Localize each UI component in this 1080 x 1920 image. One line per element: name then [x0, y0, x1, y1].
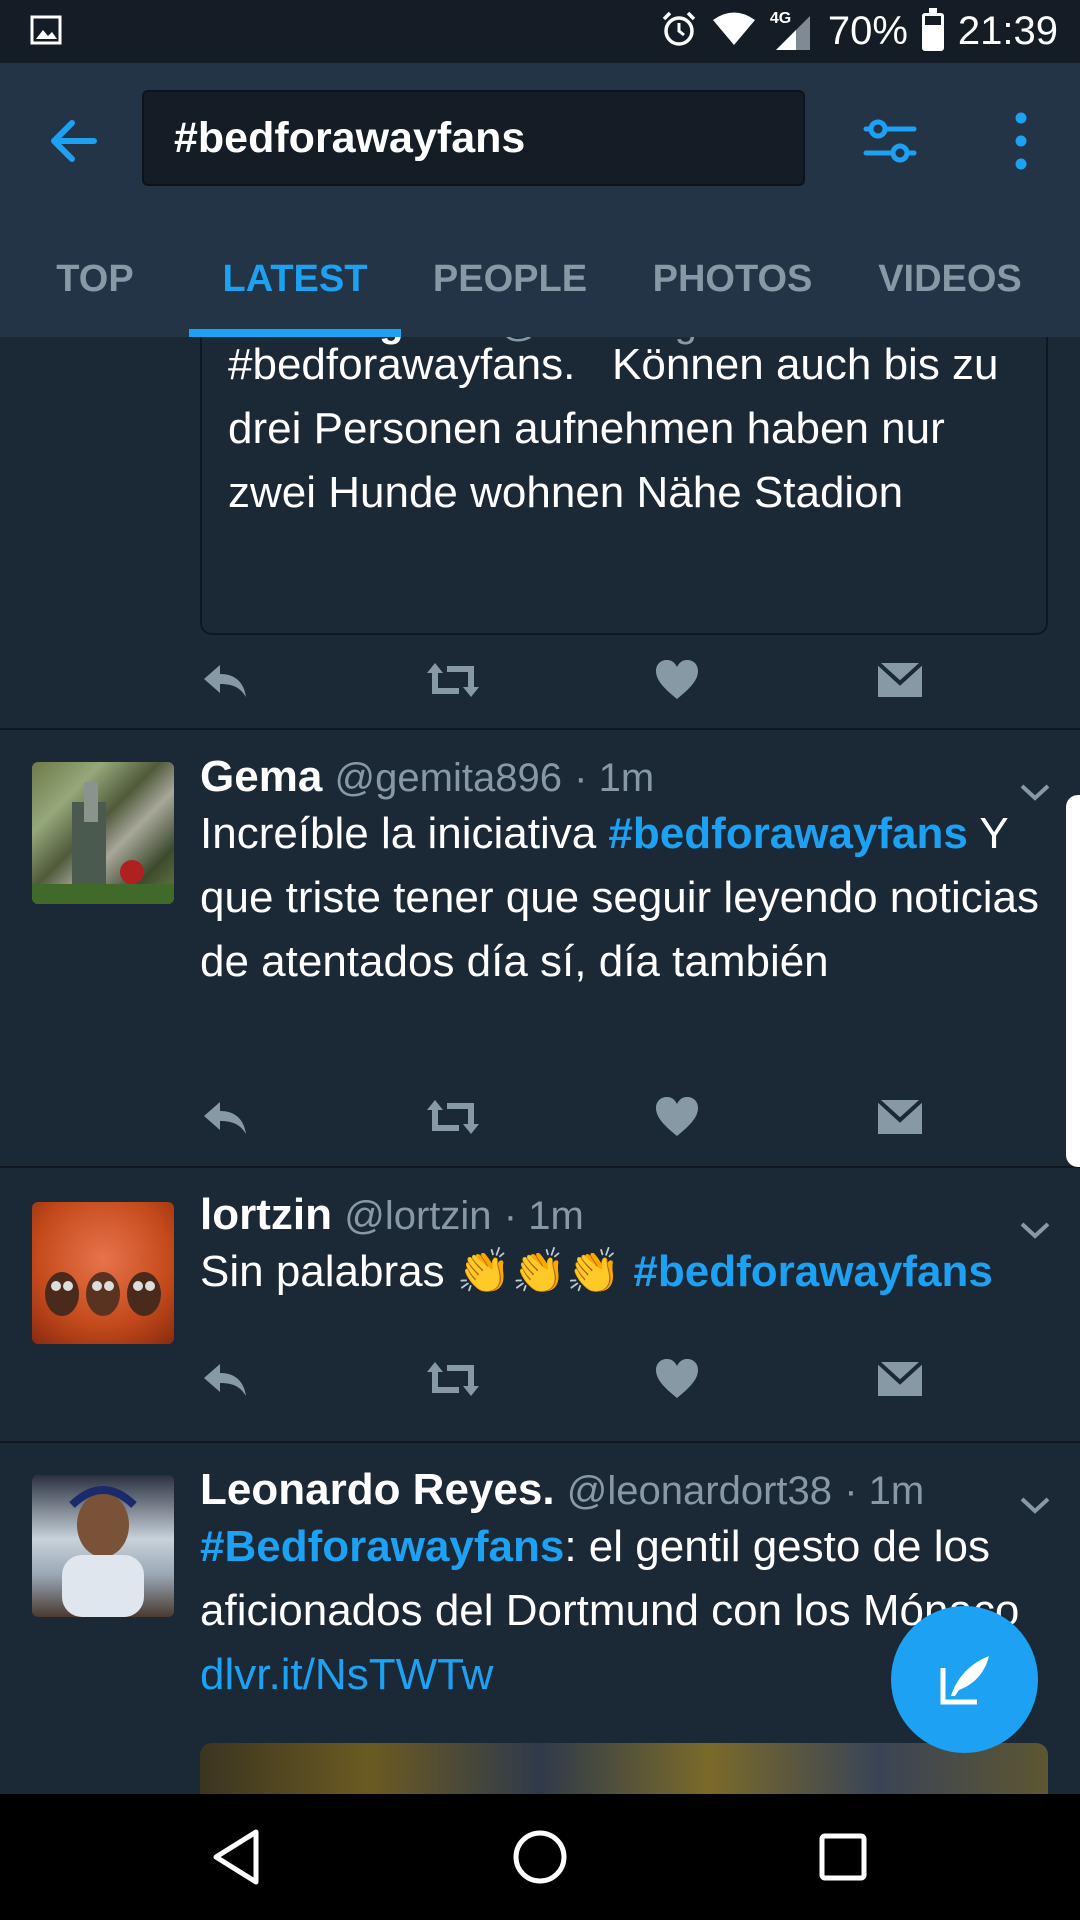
- tweet-header: Leonardo Reyes. @leonardort38 · 1m: [200, 1465, 924, 1515]
- fast-scroll-handle[interactable]: [1066, 795, 1080, 1167]
- chevron-down-icon[interactable]: [1018, 1218, 1052, 1242]
- back-arrow-icon[interactable]: [44, 111, 104, 171]
- tweet-item[interactable]: lortzin @lortzin · 1m Sin palabras 👏👏👏 #…: [0, 1168, 1080, 1440]
- quoted-tweet-card[interactable]: Tine Wagener @TineWagener #bedforawayfan…: [200, 337, 1048, 635]
- hashtag-link[interactable]: #Bedforawayfans: [200, 1522, 564, 1571]
- tab-latest[interactable]: LATEST: [189, 248, 401, 337]
- like-icon[interactable]: [652, 1354, 702, 1404]
- compose-tweet-button[interactable]: [891, 1606, 1038, 1753]
- search-header: #bedforawayfans TOP LATEST PEOPLE PHOTOS…: [0, 63, 1080, 337]
- tweet-text: Sin palabras 👏👏👏 #bedforawayfans: [200, 1240, 1050, 1304]
- system-navigation-bar: [0, 1794, 1080, 1920]
- tweet-actions: [200, 1354, 924, 1404]
- direct-message-icon[interactable]: [875, 655, 925, 705]
- clock: 21:39: [957, 9, 1058, 53]
- search-tabs: TOP LATEST PEOPLE PHOTOS VIDEOS: [0, 248, 1080, 337]
- tweet-item[interactable]: Leonardo Reyes. @leonardort38 · 1m #Bedf…: [0, 1443, 1080, 1794]
- author-handle[interactable]: @leonardort38: [567, 1469, 832, 1513]
- tab-videos[interactable]: VIDEOS: [870, 248, 1030, 337]
- retweet-icon[interactable]: [425, 1092, 481, 1142]
- chevron-down-icon[interactable]: [1018, 1493, 1052, 1517]
- avatar[interactable]: [32, 1202, 174, 1344]
- avatar[interactable]: [32, 1475, 174, 1617]
- cell-signal-icon: 4G: [769, 9, 814, 52]
- tweet-text: Increíble la iniciativa #bedforawayfans …: [200, 802, 1050, 994]
- author-name[interactable]: lortzin: [200, 1190, 332, 1239]
- tweet-time: · 1m: [503, 1194, 584, 1238]
- tweet-time: · 1m: [574, 756, 655, 800]
- tweet-text-before: Increíble la iniciativa: [200, 809, 609, 858]
- overflow-menu-icon[interactable]: [1006, 108, 1036, 174]
- tweet-feed[interactable]: Tine Wagener @TineWagener #bedforawayfan…: [0, 337, 1080, 1794]
- reply-icon[interactable]: [200, 655, 250, 705]
- author-name[interactable]: Gema: [200, 752, 322, 801]
- status-bar: 4G 70% 21:39: [0, 0, 1080, 63]
- tweet-time: · 1m: [844, 1469, 925, 1513]
- hashtag-link[interactable]: #bedforawayfans: [608, 809, 967, 858]
- tweet-media-image[interactable]: [200, 1743, 1048, 1794]
- retweet-icon[interactable]: [425, 655, 481, 705]
- tab-top[interactable]: TOP: [40, 248, 150, 337]
- nav-home-icon[interactable]: [507, 1824, 573, 1890]
- battery-percent: 70%: [827, 9, 908, 53]
- nav-recents-icon[interactable]: [810, 1824, 876, 1890]
- url-link[interactable]: dlvr.it/NsTWTw: [200, 1650, 493, 1699]
- author-handle[interactable]: @gemita896: [335, 756, 562, 800]
- reply-icon[interactable]: [200, 1092, 250, 1142]
- like-icon[interactable]: [652, 1092, 702, 1142]
- hashtag-link[interactable]: #bedforawayfans: [633, 1247, 992, 1296]
- tweet-header: Gema @gemita896 · 1m: [200, 752, 654, 802]
- tweet-text-before: Sin palabras: [200, 1247, 457, 1296]
- direct-message-icon[interactable]: [875, 1354, 925, 1404]
- tweet-item[interactable]: Gema @gemita896 · 1m Increíble la inicia…: [0, 730, 1080, 1165]
- chevron-down-icon[interactable]: [1018, 780, 1052, 804]
- quoted-hashtag[interactable]: #bedforawayfans.: [228, 340, 575, 389]
- clapping-emoji: 👏👏👏: [456, 1247, 622, 1296]
- search-input[interactable]: #bedforawayfans: [142, 90, 805, 186]
- quoted-tweet-text: #bedforawayfans. Können auch bis zu drei…: [228, 337, 1028, 525]
- battery-icon: [921, 7, 944, 51]
- alarm-icon: [660, 10, 698, 53]
- wifi-icon: [712, 11, 756, 52]
- nav-back-icon[interactable]: [204, 1824, 270, 1890]
- compose-icon: [940, 1655, 989, 1704]
- retweet-icon[interactable]: [425, 1354, 481, 1404]
- tweet-actions: [200, 655, 924, 705]
- reply-icon[interactable]: [200, 1354, 250, 1404]
- filter-settings-icon[interactable]: [862, 113, 918, 169]
- tweet-header: lortzin @lortzin · 1m: [200, 1190, 584, 1240]
- direct-message-icon[interactable]: [875, 1092, 925, 1142]
- avatar[interactable]: [32, 762, 174, 904]
- active-tab-indicator: [189, 329, 401, 337]
- like-icon[interactable]: [652, 655, 702, 705]
- search-query-text: #bedforawayfans: [174, 113, 526, 162]
- tab-people[interactable]: PEOPLE: [425, 248, 595, 337]
- tab-photos[interactable]: PHOTOS: [640, 248, 825, 337]
- gallery-notification-icon: [30, 15, 62, 50]
- author-name[interactable]: Leonardo Reyes.: [200, 1465, 555, 1514]
- author-handle[interactable]: @lortzin: [344, 1194, 491, 1238]
- network-type-label: 4G: [769, 9, 792, 27]
- tweet-actions: [200, 1092, 924, 1142]
